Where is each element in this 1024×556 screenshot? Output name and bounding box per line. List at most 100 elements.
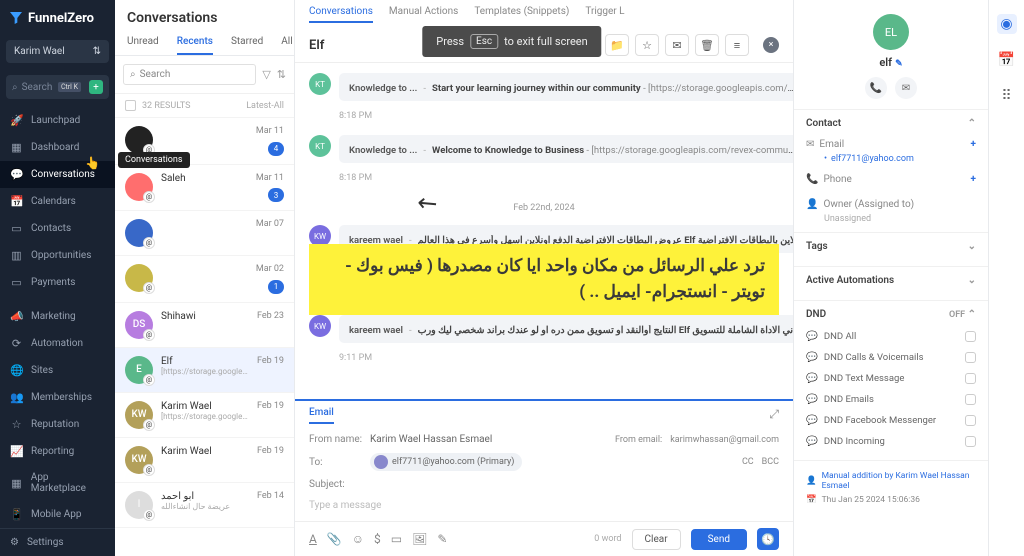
nav-settings[interactable]: ⚙Settings [0, 528, 115, 556]
send-button[interactable]: Send [691, 529, 747, 550]
filter-button[interactable]: ≡ [725, 34, 749, 56]
conversation-item[interactable]: DS@ Shihawi Feb 23 [115, 303, 294, 348]
message-bubble[interactable]: Knowledge to ... - Start your learning j… [339, 73, 793, 101]
globe-icon: 🌐 [10, 364, 23, 377]
dnd-toggle[interactable] [965, 436, 976, 447]
nav-calendars[interactable]: 📅Calendars [0, 188, 115, 215]
message-sender: kareem wael [349, 235, 403, 246]
tab-conversations[interactable]: Conversations [309, 6, 373, 23]
nav-opportunities[interactable]: ▥Opportunities [0, 242, 115, 269]
clear-button[interactable]: Clear [632, 529, 681, 550]
channel-icon: @ [143, 464, 155, 476]
nav-memberships[interactable]: 👥Memberships [0, 384, 115, 411]
delete-button[interactable]: 🗑 [695, 34, 719, 56]
sort-dropdown[interactable]: Latest-All [246, 101, 284, 111]
email-composer: Email ⤢ From name: Karim Wael Hassan Esm… [295, 399, 793, 521]
email-button[interactable]: ✉ [895, 77, 917, 99]
bcc-button[interactable]: BCC [762, 457, 779, 467]
mail-button[interactable]: ✉ [665, 34, 689, 56]
nav-mobile[interactable]: 📱Mobile App [0, 501, 115, 528]
tab-starred[interactable]: Starred [231, 36, 263, 55]
dnd-toggle[interactable] [965, 331, 976, 342]
image-icon[interactable]: 🖼 [412, 532, 427, 546]
chevron-down-icon[interactable]: ⌄ [968, 275, 976, 286]
composer-tab-email[interactable]: Email [309, 407, 334, 424]
close-thread-button[interactable]: × [763, 37, 779, 53]
dnd-label: 💬DND All [806, 331, 856, 342]
code-icon[interactable]: ✎ [437, 532, 447, 546]
emoji-icon[interactable]: ☺ [352, 532, 364, 546]
nav-sites[interactable]: 🌐Sites [0, 357, 115, 384]
channel-icon: @ [143, 191, 155, 203]
conversation-item[interactable]: ا@ ابو احمد عريضة حال انشاءالله Feb 14 [115, 483, 294, 528]
subject-input[interactable] [370, 479, 779, 490]
nav-reporting[interactable]: 📈Reporting [0, 438, 115, 465]
conversation-item[interactable]: E@ Elf [https://storage.googleapis.com F… [115, 348, 294, 393]
text-format-icon[interactable]: A [309, 532, 317, 546]
word-count: 0 word [594, 534, 621, 544]
select-all-checkbox[interactable] [125, 100, 136, 111]
message-bubble[interactable]: Knowledge to ... - Welcome to Knowledge … [339, 135, 793, 163]
message-bubble[interactable]: kareem wael - النتايج أوالنقد او تسويق م… [339, 315, 793, 343]
dnd-toggle[interactable] [965, 415, 976, 426]
to-chip[interactable]: elf7711@yahoo.com (Primary) [370, 453, 522, 471]
email-value[interactable]: elf7711@yahoo.com [806, 154, 976, 164]
sort-icon[interactable]: ⇅ [277, 68, 286, 81]
dnd-toggle[interactable] [965, 373, 976, 384]
archive-button-[interactable]: 📁 [605, 34, 629, 56]
message-bubble[interactable]: kareem wael - عروض البطاقات الافتراضية ا… [339, 225, 793, 253]
list-search-input[interactable]: ⌕Search [123, 64, 256, 85]
nav-marketing[interactable]: 📣Marketing [0, 303, 115, 330]
nav-reputation[interactable]: ☆Reputation [0, 411, 115, 438]
global-search[interactable]: ⌕ Search Ctrl K + [6, 75, 109, 99]
user-switcher[interactable]: Karim Wael ⇅ [6, 40, 109, 63]
compose-textarea[interactable]: Type a message [309, 494, 779, 517]
from-name-value[interactable]: Karim Wael Hassan Esmael [370, 434, 492, 445]
calendar-tab-icon[interactable]: 📅 [997, 50, 1017, 70]
chevron-up-icon[interactable]: ⌃ [968, 118, 976, 129]
card-icon: ▭ [10, 276, 23, 289]
profile-tab-icon[interactable]: ◉ [997, 14, 1017, 34]
star-button[interactable]: ☆ [635, 34, 659, 56]
schedule-button[interactable]: 🕓 [757, 528, 779, 550]
results-count: 32 RESULTS [142, 101, 190, 111]
expand-icon[interactable]: ⤢ [769, 407, 779, 422]
nav-launchpad[interactable]: 🚀Launchpad [0, 107, 115, 134]
dnd-toggle[interactable] [965, 352, 976, 363]
apps-tab-icon[interactable]: ⠿ [997, 86, 1017, 106]
conversation-item[interactable]: @ Mar 07 [115, 211, 294, 256]
conversation-item[interactable]: KW@ Karim Wael [https://storage.googleap… [115, 393, 294, 438]
tab-trigger[interactable]: Trigger L [585, 6, 624, 23]
tab-all[interactable]: All [281, 36, 292, 55]
thread-title: Elf [309, 38, 324, 53]
dnd-toggle[interactable] [965, 394, 976, 405]
add-email-button[interactable]: + [971, 139, 976, 150]
add-phone-button[interactable]: + [971, 174, 976, 185]
conversation-item[interactable]: @ Mar 02 1 [115, 256, 294, 303]
filter-icon[interactable]: ▽ [262, 68, 270, 81]
call-button[interactable]: 📞 [865, 77, 887, 99]
chart-icon: 📈 [10, 445, 23, 458]
conversation-item[interactable]: KW@ Karim Wael Feb 19 [115, 438, 294, 483]
chevron-down-icon[interactable]: ⌄ [968, 241, 976, 252]
tab-recents[interactable]: Recents [177, 36, 213, 55]
conversation-item[interactable]: @ Saleh Mar 11 3 [115, 165, 294, 212]
add-button[interactable]: + [89, 80, 103, 94]
nav-payments[interactable]: ▭Payments [0, 269, 115, 296]
nav-marketplace[interactable]: ▦App Marketplace [0, 465, 115, 501]
nav-automation[interactable]: ⟳Automation [0, 330, 115, 357]
attach-icon[interactable]: 📎 [327, 532, 342, 546]
tab-templates[interactable]: Templates (Snippets) [474, 6, 569, 23]
template-icon[interactable]: ▭ [391, 532, 402, 546]
logo[interactable]: FunnelZero [0, 0, 115, 36]
chevron-up-icon[interactable]: ⌃ [968, 309, 976, 320]
edit-icon[interactable]: ✎ [895, 59, 903, 69]
cc-button[interactable]: CC [742, 457, 754, 467]
tab-manual-actions[interactable]: Manual Actions [389, 6, 458, 23]
nav-contacts[interactable]: ▭Contacts [0, 215, 115, 242]
manual-addition-note: 👤Manual addition by Karim Wael Hassan Es… [806, 469, 976, 493]
from-email-value[interactable]: karimwhassan@gmail.com [670, 435, 779, 445]
tab-unread[interactable]: Unread [127, 36, 159, 55]
money-icon[interactable]: $ [374, 532, 381, 546]
owner-value[interactable]: Unassigned [806, 214, 976, 224]
